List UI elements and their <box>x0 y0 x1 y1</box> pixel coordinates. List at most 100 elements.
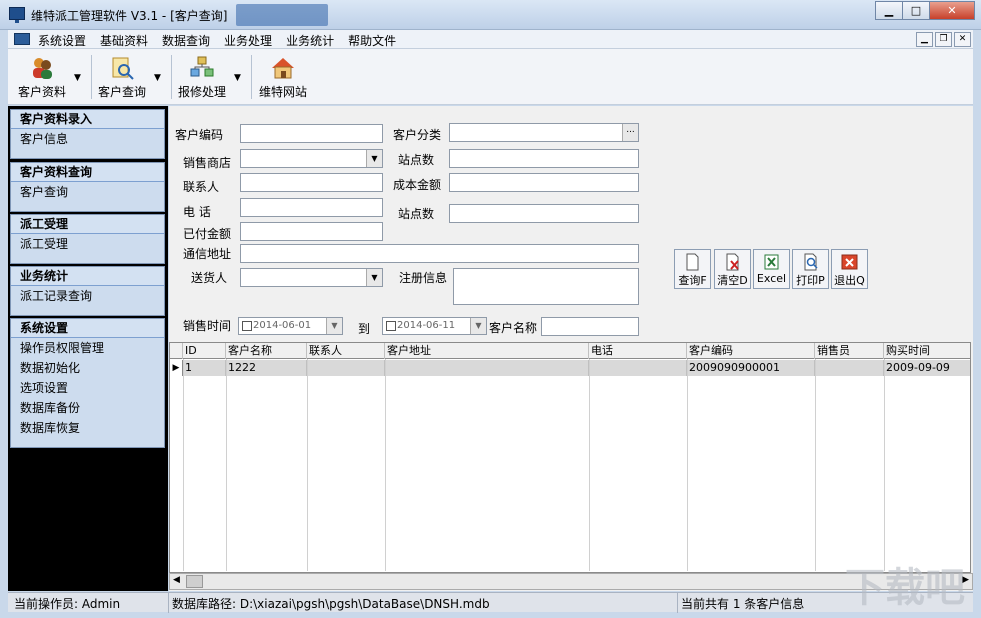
toolbar-website-button[interactable]: 维特网站 <box>257 51 309 100</box>
customer-category-input[interactable]: ... <box>449 123 639 142</box>
menu-business-statistics[interactable]: 业务统计 <box>286 32 334 49</box>
col-header-customer-name[interactable]: 客户名称 <box>226 343 307 359</box>
close-button[interactable]: ✕ <box>929 1 975 20</box>
toolbar-repair-button[interactable]: 报修处理 <box>176 51 228 100</box>
toolbar-customer-query-button[interactable]: 客户查询 <box>96 51 148 100</box>
address-input[interactable] <box>240 244 639 263</box>
cell-address <box>385 360 589 376</box>
excel-label: Excel <box>756 272 787 285</box>
sidebar-item-options[interactable]: 选项设置 <box>11 378 164 398</box>
contact-input[interactable] <box>240 173 383 192</box>
status-count: 当前共有 1 条客户信息 <box>681 597 805 611</box>
mdi-child-icon[interactable] <box>14 33 30 45</box>
maximize-button[interactable]: □ <box>902 1 930 20</box>
grid-line <box>815 359 816 571</box>
paid-amount-input[interactable] <box>240 222 383 241</box>
col-header-salesperson[interactable]: 销售员 <box>815 343 884 359</box>
delivery-select[interactable]: ▼ <box>240 268 383 287</box>
date-from-picker[interactable]: 2014-06-01 ▼ <box>238 317 343 335</box>
cell-customer-name: 1222 <box>226 360 307 376</box>
chevron-down-icon[interactable]: ▼ <box>470 318 486 334</box>
toolbar-customer-query-label: 客户查询 <box>97 85 146 99</box>
grid-line <box>183 359 184 571</box>
customer-name-input[interactable] <box>541 317 639 336</box>
ellipsis-button[interactable]: ... <box>622 124 638 141</box>
mdi-minimize-button[interactable]: ▁ <box>916 32 933 47</box>
minimize-button[interactable]: ▁ <box>875 1 903 20</box>
phone-input[interactable] <box>240 198 383 217</box>
sidebar-item-db-backup[interactable]: 数据库备份 <box>11 398 164 418</box>
menu-basic-data[interactable]: 基础资料 <box>100 32 148 49</box>
sidebar-group-system-settings: 系统设置 操作员权限管理 数据初始化 选项设置 数据库备份 数据库恢复 <box>10 318 165 448</box>
menu-system-settings[interactable]: 系统设置 <box>38 32 86 49</box>
site-count-input[interactable] <box>449 149 639 168</box>
customer-grid[interactable]: ID 客户名称 联系人 客户地址 电话 客户编码 销售员 购买时间 ▶ 1 12… <box>169 342 971 573</box>
chevron-down-icon[interactable]: ▼ <box>366 150 382 167</box>
sidebar-group-title[interactable]: 客户资料录入 <box>11 110 164 129</box>
register-info-label: 注册信息 <box>399 271 448 285</box>
sidebar-group-title[interactable]: 系统设置 <box>11 319 164 338</box>
mdi-restore-button[interactable]: ❐ <box>935 32 952 47</box>
site-count2-input[interactable] <box>449 204 639 223</box>
mdi-close-button[interactable]: ✕ <box>954 32 971 47</box>
scroll-thumb[interactable] <box>186 575 203 588</box>
sales-shop-select[interactable]: ▼ <box>240 149 383 168</box>
delivery-label: 送货人 <box>191 271 228 285</box>
sidebar-item-db-restore[interactable]: 数据库恢复 <box>11 418 164 438</box>
date-to-picker[interactable]: 2014-06-11 ▼ <box>382 317 487 335</box>
sidebar-item-data-init[interactable]: 数据初始化 <box>11 358 164 378</box>
sidebar-item-operator-permissions[interactable]: 操作员权限管理 <box>11 338 164 358</box>
toolbar-repair-label: 报修处理 <box>177 85 226 99</box>
col-header-id[interactable]: ID <box>183 343 226 359</box>
toolbar-customer-info-button[interactable]: 客户资料 <box>16 51 68 100</box>
print-preview-icon <box>804 253 818 271</box>
col-header-address[interactable]: 客户地址 <box>385 343 589 359</box>
customer-query-dropdown-icon[interactable]: ▼ <box>154 73 161 83</box>
menu-data-query[interactable]: 数据查询 <box>162 32 210 49</box>
sidebar: 客户资料录入 客户信息 客户资料查询 客户查询 派工受理 派工受理 业务统计 派… <box>8 106 168 591</box>
row-pointer-icon: ▶ <box>170 360 183 376</box>
register-info-textarea[interactable] <box>453 268 639 305</box>
repair-dropdown-icon[interactable]: ▼ <box>234 73 241 83</box>
cost-amount-input[interactable] <box>449 173 639 192</box>
status-separator <box>168 593 169 613</box>
sidebar-group-title[interactable]: 派工受理 <box>11 215 164 234</box>
sidebar-item-customer-info[interactable]: 客户信息 <box>11 129 164 149</box>
customer-info-dropdown-icon[interactable]: ▼ <box>74 73 81 83</box>
exit-button[interactable]: 退出Q <box>831 249 868 289</box>
print-button[interactable]: 打印P <box>792 249 829 289</box>
date-from-checkbox[interactable] <box>242 321 252 331</box>
status-separator <box>677 593 678 613</box>
sidebar-item-customer-query[interactable]: 客户查询 <box>11 182 164 202</box>
toolbar-customer-info-label: 客户资料 <box>17 85 66 99</box>
col-header-phone[interactable]: 电话 <box>589 343 687 359</box>
sidebar-group-title[interactable]: 业务统计 <box>11 267 164 286</box>
sidebar-item-dispatch-records[interactable]: 派工记录查询 <box>11 286 164 306</box>
clear-label: 清空D <box>717 274 748 287</box>
clear-doc-icon <box>726 253 739 271</box>
cell-id: 1 <box>183 360 226 376</box>
table-row[interactable]: 1 1222 2009090900001 2009-09-09 <box>183 360 970 376</box>
customer-code-input[interactable] <box>240 124 383 143</box>
excel-button[interactable]: Excel <box>753 249 790 289</box>
menu-business-processing[interactable]: 业务处理 <box>224 32 272 49</box>
scroll-left-icon[interactable]: ◀ <box>173 575 180 585</box>
sidebar-group-customer-entry: 客户资料录入 客户信息 <box>10 109 165 159</box>
sidebar-item-dispatch-accept[interactable]: 派工受理 <box>11 234 164 254</box>
cell-phone <box>589 360 687 376</box>
grid-line <box>226 359 227 571</box>
chevron-down-icon[interactable]: ▼ <box>366 269 382 286</box>
sidebar-group-title[interactable]: 客户资料查询 <box>11 163 164 182</box>
query-button[interactable]: 查询F <box>674 249 711 289</box>
cell-salesperson <box>815 360 884 376</box>
menu-help[interactable]: 帮助文件 <box>348 32 396 49</box>
col-header-contact[interactable]: 联系人 <box>307 343 385 359</box>
search-doc-icon <box>112 57 134 80</box>
chevron-down-icon[interactable]: ▼ <box>326 318 342 334</box>
toolbar: 客户资料 ▼ 客户查询 ▼ 报修处理 ▼ 维特网站 <box>8 49 973 105</box>
col-header-purchase-time[interactable]: 购买时间 <box>884 343 970 359</box>
watermark-logo: 下载吧 <box>845 565 965 611</box>
clear-button[interactable]: 清空D <box>714 249 751 289</box>
col-header-customer-code[interactable]: 客户编码 <box>687 343 815 359</box>
date-to-checkbox[interactable] <box>386 321 396 331</box>
